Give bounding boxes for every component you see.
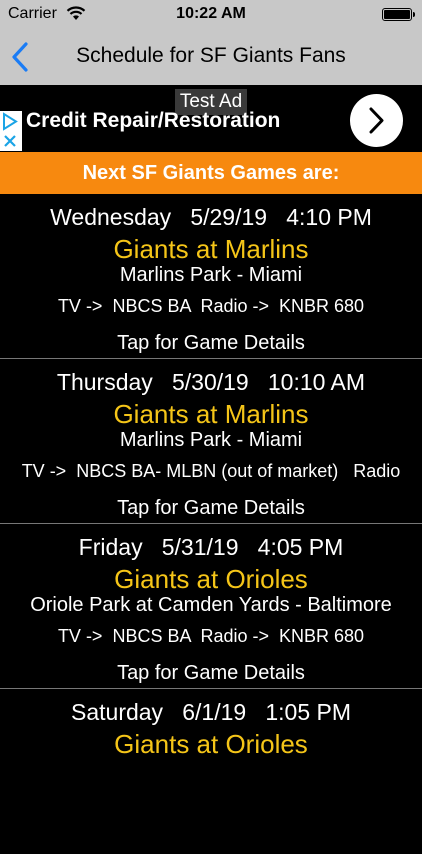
- page-title: Schedule for SF Giants Fans: [76, 44, 346, 67]
- ad-headline[interactable]: Credit Repair/Restoration: [26, 109, 280, 133]
- navigation-bar: Schedule for SF Giants Fans: [0, 30, 422, 85]
- ad-banner[interactable]: Test Ad Credit Repair/Restoration: [0, 85, 422, 152]
- adchoices-icon[interactable]: [0, 111, 22, 151]
- game-venue: Oriole Park at Camden Yards - Baltimore: [30, 594, 392, 616]
- game-details-link[interactable]: Tap for Game Details: [0, 497, 422, 520]
- battery-icon: [382, 8, 415, 21]
- game-broadcast: TV -> NBCS BA Radio -> KNBR 680: [57, 296, 365, 316]
- game-broadcast: TV -> NBCS BA- MLBN (out of market) Radi…: [21, 461, 401, 481]
- game-details-link[interactable]: Tap for Game Details: [0, 662, 422, 685]
- game-date: Thursday 5/30/19 10:10 AM: [56, 369, 366, 395]
- game-matchup: Giants at Marlins: [113, 234, 309, 264]
- game-matchup: Giants at Marlins: [113, 399, 309, 429]
- game-row[interactable]: Saturday 6/1/19 1:05 PM Giants at Oriole…: [0, 689, 422, 854]
- game-row[interactable]: Thursday 5/30/19 10:10 AM Giants at Marl…: [0, 359, 422, 524]
- game-venue: Marlins Park - Miami: [119, 429, 303, 451]
- game-details-link[interactable]: Tap for Game Details: [0, 332, 422, 355]
- ad-open-button[interactable]: [350, 94, 403, 147]
- game-date: Wednesday 5/29/19 4:10 PM: [50, 204, 372, 230]
- game-date: Friday 5/31/19 4:05 PM: [78, 534, 344, 560]
- games-list: Wednesday 5/29/19 4:10 PM Giants at Marl…: [0, 194, 422, 854]
- game-matchup: Giants at Orioles: [114, 729, 308, 759]
- game-venue: Marlins Park - Miami: [119, 264, 303, 286]
- game-row[interactable]: Friday 5/31/19 4:05 PM Giants at Orioles…: [0, 524, 422, 689]
- game-matchup: Giants at Orioles: [114, 564, 308, 594]
- chevron-right-icon: [369, 107, 384, 134]
- game-broadcast: TV -> NBCS BA Radio -> KNBR 680: [57, 626, 365, 646]
- game-row[interactable]: Wednesday 5/29/19 4:10 PM Giants at Marl…: [0, 194, 422, 359]
- game-date: Saturday 6/1/19 1:05 PM: [71, 699, 351, 725]
- clock: 10:22 AM: [176, 5, 246, 22]
- status-bar: Carrier 10:22 AM: [0, 0, 422, 30]
- next-games-banner: Next SF Giants Games are:: [0, 152, 422, 194]
